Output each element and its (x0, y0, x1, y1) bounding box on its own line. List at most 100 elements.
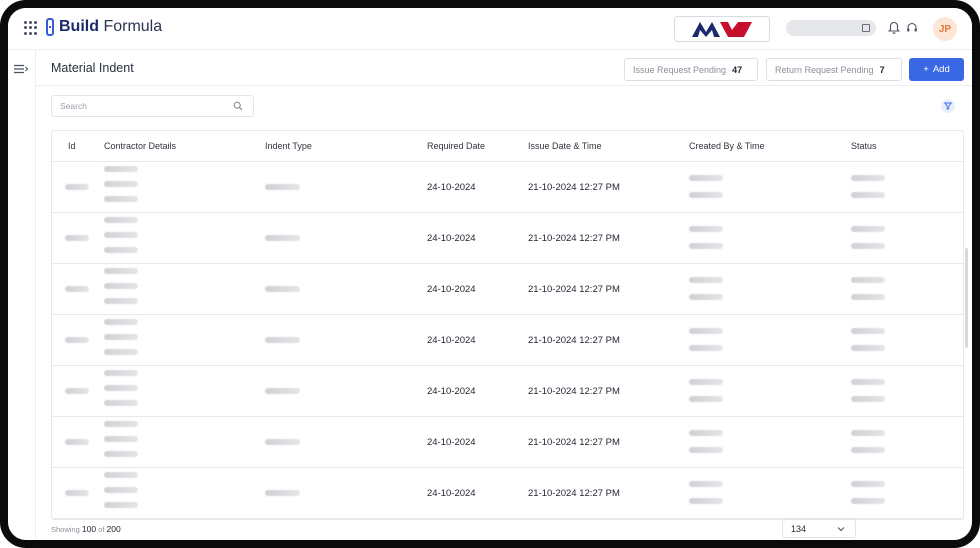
contractor-line-redacted (104, 334, 138, 340)
status-line-redacted (851, 379, 885, 385)
user-avatar[interactable]: JP (933, 17, 957, 41)
column-header-created-by-time[interactable]: Created By & Time (689, 141, 765, 151)
top-bar: Build Formula JP (8, 8, 972, 50)
indent-type-redacted (265, 439, 300, 445)
status-line-redacted (851, 328, 885, 334)
contractor-line-redacted (104, 217, 138, 223)
total-count: 200 (106, 524, 121, 534)
table-header: Id Contractor Details Indent Type Requir… (52, 131, 963, 162)
issue-datetime-cell: 21-10-2024 12:27 PM (528, 233, 620, 244)
column-header-required-date[interactable]: Required Date (427, 141, 485, 151)
shown-count: 100 (81, 524, 97, 534)
issue-request-pending-button[interactable]: Issue Request Pending 47 (624, 58, 758, 81)
app-window: Build Formula JP Material Indent Issue R… (0, 0, 980, 548)
logo-mark-icon (46, 18, 54, 36)
indent-type-redacted (265, 490, 300, 496)
apps-grid-icon[interactable] (24, 21, 38, 35)
showing-label: Showing (51, 525, 80, 534)
contractor-line-redacted (104, 400, 138, 406)
status-line-redacted (851, 345, 885, 351)
id-redacted (65, 235, 89, 241)
contractor-line-redacted (104, 319, 138, 325)
contractor-line-redacted (104, 232, 138, 238)
created-time-redacted (689, 396, 723, 402)
filter-icon[interactable] (941, 99, 955, 113)
table-row[interactable]: 24-10-2024 21-10-2024 12:27 PM (52, 213, 963, 264)
app-logo[interactable]: Build Formula (46, 18, 162, 36)
created-by-redacted (689, 277, 723, 283)
indent-type-redacted (265, 286, 300, 292)
contractor-line-redacted (104, 421, 138, 427)
column-header-status[interactable]: Status (851, 141, 877, 151)
bell-icon[interactable] (888, 21, 900, 35)
table-row[interactable]: 24-10-2024 21-10-2024 12:27 PM (52, 264, 963, 315)
contractor-line-redacted (104, 196, 138, 202)
table-row[interactable]: 24-10-2024 21-10-2024 12:27 PM (52, 366, 963, 417)
id-redacted (65, 490, 89, 496)
status-line-redacted (851, 175, 885, 181)
issue-datetime-cell: 21-10-2024 12:27 PM (528, 284, 620, 295)
table-row[interactable]: 24-10-2024 21-10-2024 12:27 PM (52, 417, 963, 468)
indent-type-redacted (265, 235, 300, 241)
headset-icon[interactable] (906, 21, 918, 35)
required-date-cell: 24-10-2024 (427, 335, 476, 346)
brand-name-light: Formula (103, 18, 163, 35)
created-time-redacted (689, 498, 723, 504)
status-line-redacted (851, 498, 885, 504)
brand-name-bold: Build (59, 18, 99, 35)
status-line-redacted (851, 243, 885, 249)
search-icon[interactable] (233, 101, 243, 111)
status-line-redacted (851, 226, 885, 232)
contractor-line-redacted (104, 436, 138, 442)
issue-request-label: Issue Request Pending (633, 64, 727, 75)
status-line-redacted (851, 481, 885, 487)
contractor-line-redacted (104, 349, 138, 355)
contractor-line-redacted (104, 247, 138, 253)
created-by-redacted (689, 379, 723, 385)
created-by-redacted (689, 481, 723, 487)
of-label: of (98, 525, 105, 534)
menu-icon[interactable] (13, 64, 29, 74)
contractor-line-redacted (104, 502, 138, 508)
id-redacted (65, 286, 89, 292)
status-line-redacted (851, 396, 885, 402)
created-by-redacted (689, 430, 723, 436)
add-button[interactable]: + Add (909, 58, 964, 81)
page-header: Material Indent Issue Request Pending 47… (36, 50, 972, 86)
contractor-line-redacted (104, 298, 138, 304)
page-title: Material Indent (51, 61, 134, 75)
column-header-contractor-details[interactable]: Contractor Details (104, 141, 176, 151)
vertical-scrollbar[interactable] (965, 248, 968, 348)
status-line-redacted (851, 447, 885, 453)
company-logo-box[interactable] (674, 16, 770, 42)
required-date-cell: 24-10-2024 (427, 233, 476, 244)
indent-type-redacted (265, 184, 300, 190)
contractor-line-redacted (104, 487, 138, 493)
contractor-line-redacted (104, 370, 138, 376)
page-select[interactable]: 134 (782, 519, 856, 538)
search-input[interactable] (52, 96, 222, 116)
column-header-id[interactable]: Id (68, 141, 76, 151)
column-header-issue-date-time[interactable]: Issue Date & Time (528, 141, 602, 151)
table-row[interactable]: 24-10-2024 21-10-2024 12:27 PM (52, 162, 963, 213)
table-row[interactable]: 24-10-2024 21-10-2024 12:27 PM (52, 315, 963, 366)
created-time-redacted (689, 294, 723, 300)
created-by-redacted (689, 175, 723, 181)
status-line-redacted (851, 430, 885, 436)
table-row[interactable]: 24-10-2024 21-10-2024 12:27 PM (52, 468, 963, 519)
required-date-cell: 24-10-2024 (427, 284, 476, 295)
return-request-pending-button[interactable]: Return Request Pending 7 (766, 58, 902, 81)
created-by-redacted (689, 328, 723, 334)
required-date-cell: 24-10-2024 (427, 386, 476, 397)
return-request-count: 7 (879, 64, 885, 75)
company-logo-icon (692, 22, 752, 37)
issue-datetime-cell: 21-10-2024 12:27 PM (528, 437, 620, 448)
required-date-cell: 24-10-2024 (427, 182, 476, 193)
created-time-redacted (689, 192, 723, 198)
side-rail (8, 50, 36, 540)
user-switcher[interactable] (786, 20, 876, 36)
column-header-indent-type[interactable]: Indent Type (265, 141, 312, 151)
indent-type-redacted (265, 337, 300, 343)
status-line-redacted (851, 192, 885, 198)
issue-request-count: 47 (732, 64, 743, 75)
